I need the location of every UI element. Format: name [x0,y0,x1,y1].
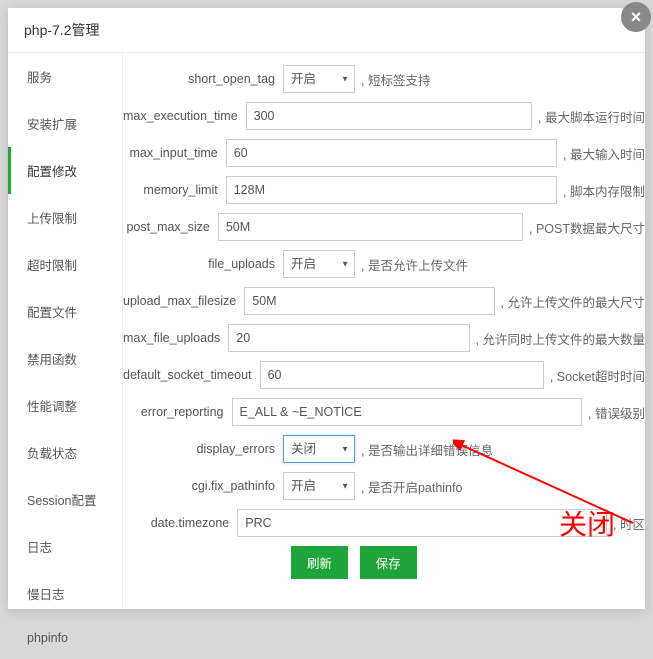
annotation-text: 关闭 [559,503,615,543]
config-input-max_file_uploads[interactable] [228,324,469,352]
sidebar-item-3[interactable]: 上传限制 [8,194,122,241]
config-label: display_errors [123,442,283,456]
config-input-max_input_time[interactable] [226,139,557,167]
sidebar-item-9[interactable]: Session配置 [8,476,122,523]
config-desc: , 是否开启pathinfo [361,477,462,496]
config-desc: , 短标签支持 [361,70,430,89]
config-desc: , 最大脚本运行时间 [538,107,645,126]
content: short_open_tag开启, 短标签支持max_execution_tim… [123,53,645,610]
config-desc: , 是否允许上传文件 [361,255,468,274]
sidebar: 服务安装扩展配置修改上传限制超时限制配置文件禁用函数性能调整负载状态Sessio… [8,53,123,610]
config-desc: , Socket超时时间 [550,366,645,385]
config-desc: , 允许上传文件的最大尺寸 [501,292,645,311]
sidebar-item-8[interactable]: 负载状态 [8,429,122,476]
config-row-upload_max_filesize: upload_max_filesize , 允许上传文件的最大尺寸 [123,287,645,315]
config-select-short_open_tag[interactable]: 开启 [283,65,355,93]
sidebar-item-10[interactable]: 日志 [8,523,122,570]
refresh-button[interactable]: 刷新 [291,546,348,579]
config-select-display_errors[interactable]: 关闭 [283,435,355,463]
config-desc: , 脚本内存限制 [563,181,645,200]
config-desc: , 时区 [613,514,645,533]
config-label: max_file_uploads [123,331,228,345]
config-row-default_socket_timeout: default_socket_timeout , Socket超时时间 [123,361,645,389]
config-label: cgi.fix_pathinfo [123,479,283,493]
config-label: memory_limit [123,183,226,197]
config-row-cgi.fix_pathinfo: cgi.fix_pathinfo开启 , 是否开启pathinfo [123,472,645,500]
config-row-memory_limit: memory_limit , 脚本内存限制 [123,176,645,204]
config-label: default_socket_timeout [123,368,260,382]
config-label: error_reporting [123,405,232,419]
config-label: post_max_size [123,220,218,234]
config-label: upload_max_filesize [123,294,244,308]
config-label: date.timezone [123,516,237,530]
config-input-upload_max_filesize[interactable] [244,287,494,315]
config-row-file_uploads: file_uploads开启 , 是否允许上传文件 [123,250,645,278]
config-row-max_file_uploads: max_file_uploads , 允许同时上传文件的最大数量 [123,324,645,352]
config-row-error_reporting: error_reporting , 错误级别 [123,398,645,426]
config-row-post_max_size: post_max_size , POST数据最大尺寸 [123,213,645,241]
config-row-short_open_tag: short_open_tag开启 , 短标签支持 [123,65,645,93]
sidebar-item-4[interactable]: 超时限制 [8,241,122,288]
config-label: max_input_time [123,146,226,160]
config-input-max_execution_time[interactable] [246,102,532,130]
config-label: max_execution_time [123,109,246,123]
config-desc: , POST数据最大尺寸 [529,218,645,237]
sidebar-item-0[interactable]: 服务 [8,53,122,100]
config-row-display_errors: display_errors关闭 , 是否输出详细错误信息 [123,435,645,463]
config-row-max_input_time: max_input_time , 最大输入时间 [123,139,645,167]
sidebar-item-12[interactable]: phpinfo [8,617,122,659]
save-button[interactable]: 保存 [360,546,417,579]
config-desc: , 最大输入时间 [563,144,645,163]
modal-title: php-7.2管理 [8,8,645,53]
close-icon[interactable]: × [621,2,651,32]
config-label: file_uploads [123,257,283,271]
sidebar-item-1[interactable]: 安装扩展 [8,100,122,147]
config-row-max_execution_time: max_execution_time , 最大脚本运行时间 [123,102,645,130]
sidebar-item-11[interactable]: 慢日志 [8,570,122,617]
sidebar-item-6[interactable]: 禁用函数 [8,335,122,382]
config-input-date.timezone[interactable] [237,509,607,537]
config-select-file_uploads[interactable]: 开启 [283,250,355,278]
config-label: short_open_tag [123,72,283,86]
config-desc: , 允许同时上传文件的最大数量 [476,329,645,348]
config-desc: , 是否输出详细错误信息 [361,440,493,459]
config-desc: , 错误级别 [588,403,645,422]
config-input-post_max_size[interactable] [218,213,523,241]
config-input-default_socket_timeout[interactable] [260,361,544,389]
config-input-error_reporting[interactable] [232,398,583,426]
config-select-cgi.fix_pathinfo[interactable]: 开启 [283,472,355,500]
sidebar-item-5[interactable]: 配置文件 [8,288,122,335]
sidebar-item-2[interactable]: 配置修改 [8,147,122,194]
sidebar-item-7[interactable]: 性能调整 [8,382,122,429]
config-input-memory_limit[interactable] [226,176,557,204]
